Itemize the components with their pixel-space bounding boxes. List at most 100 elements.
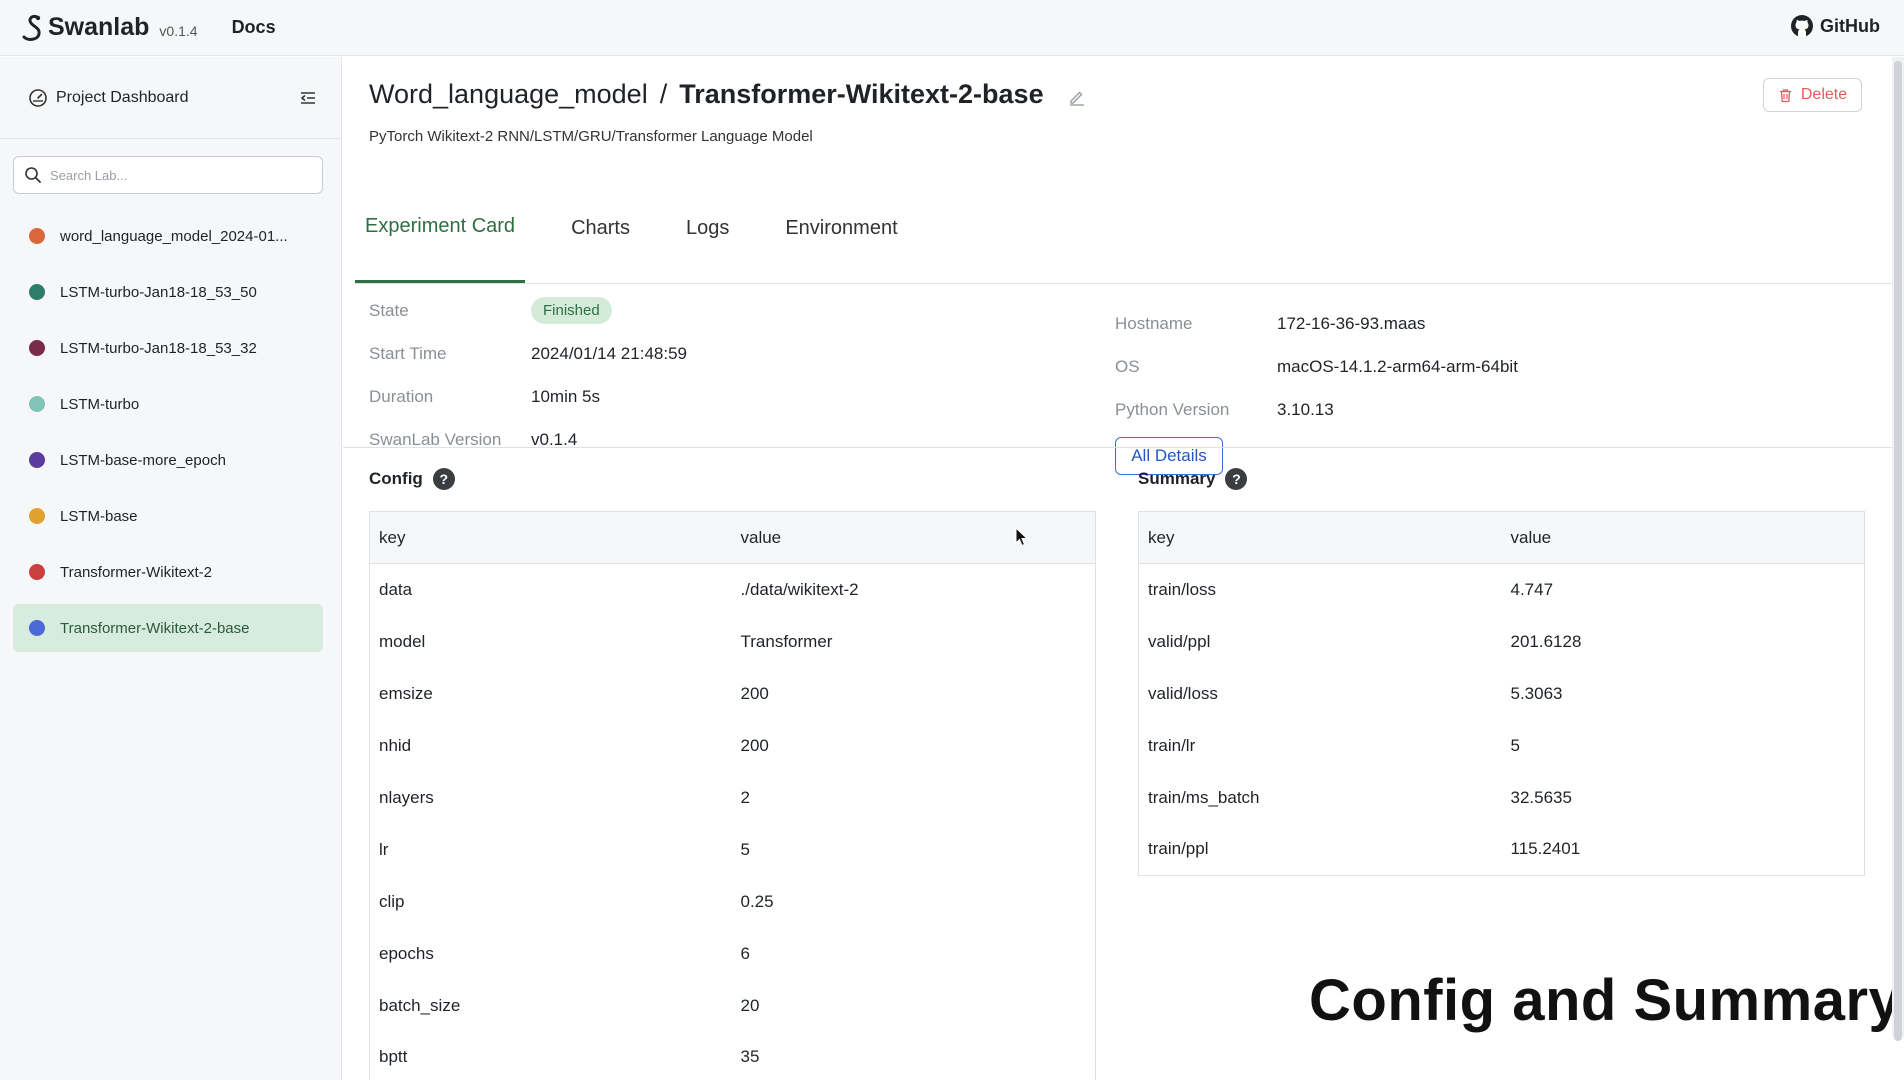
summary-heading: Summary ? [1138, 468, 1248, 490]
experiment-color-dot [29, 396, 45, 412]
experiment-color-dot [29, 452, 45, 468]
cell-value: 5.3063 [1510, 683, 1563, 703]
logo[interactable]: Swanlab v0.1.4 [20, 13, 198, 43]
cell-value: 4.747 [1510, 579, 1554, 599]
cell-value: 2 [740, 787, 750, 807]
experiment-label: LSTM-turbo [60, 395, 140, 413]
table-row: bptt 35 [370, 1032, 1096, 1080]
cell-value: 5 [1510, 735, 1520, 755]
column-header-value: value [731, 511, 1096, 564]
sidebar-item-experiment[interactable]: LSTM-base [13, 492, 323, 540]
overlay-caption: Config and Summary [1309, 968, 1902, 1033]
project-dashboard-link[interactable]: Project Dashboard [56, 89, 299, 107]
experiment-color-dot [29, 620, 45, 636]
experiment-label: word_language_model_2024-01... [60, 227, 288, 245]
github-label: GitHub [1820, 15, 1880, 36]
sidebar-item-experiment[interactable]: word_language_model_2024-01... [13, 212, 323, 260]
dashboard-icon [29, 88, 47, 107]
info-value: 3.10.13 [1277, 399, 1334, 419]
search-input[interactable] [50, 167, 310, 183]
sidebar-item-experiment[interactable]: LSTM-turbo [13, 380, 323, 428]
scrollbar-thumb[interactable] [1894, 61, 1902, 1041]
table-row: nlayers 2 [370, 772, 1096, 824]
sidebar: Project Dashboard word_language_model_20… [0, 57, 342, 1080]
experiment-label: LSTM-turbo-Jan18-18_53_50 [60, 283, 257, 301]
tab-experiment-card[interactable]: Experiment Card [355, 172, 526, 283]
section-divider [343, 447, 1904, 448]
mouse-cursor-icon [1015, 527, 1029, 547]
experiment-description: PyTorch Wikitext-2 RNN/LSTM/GRU/Transfor… [369, 128, 813, 145]
help-icon[interactable]: ? [432, 468, 455, 490]
cell-key: valid/loss [1148, 683, 1218, 703]
cell-value: 200 [740, 683, 769, 703]
experiment-color-dot [29, 284, 45, 300]
info-key: Duration [369, 386, 434, 406]
app-version: v0.1.4 [159, 22, 198, 39]
main-content: Word_language_model / Transformer-Wikite… [343, 57, 1904, 1080]
page-title: Word_language_model / Transformer-Wikite… [369, 79, 1086, 110]
column-header-key: key [369, 511, 732, 564]
cell-value: 6 [740, 943, 750, 963]
page-scrollbar[interactable] [1892, 57, 1904, 1041]
cell-key: bptt [379, 1047, 408, 1067]
edit-icon[interactable] [1068, 88, 1086, 106]
trash-icon [1779, 88, 1791, 102]
tab-logs[interactable]: Logs [676, 173, 739, 284]
info-value: macOS-14.1.2-arm64-arm-64bit [1277, 356, 1518, 376]
sidebar-item-experiment[interactable]: Transformer-Wikitext-2-base [13, 604, 323, 652]
sidebar-item-experiment[interactable]: LSTM-turbo-Jan18-18_53_32 [13, 324, 323, 372]
table-row: train/ms_batch 32.5635 [1139, 772, 1865, 824]
sidebar-item-experiment[interactable]: LSTM-turbo-Jan18-18_53_50 [13, 268, 323, 316]
tab-charts[interactable]: Charts [561, 173, 640, 284]
help-icon[interactable]: ? [1225, 468, 1248, 490]
table-row: train/loss 4.747 [1139, 564, 1865, 616]
experiment-label: Transformer-Wikitext-2 [60, 563, 212, 581]
cell-value: 115.2401 [1510, 839, 1581, 859]
table-header-row: key value [369, 511, 1096, 564]
collapse-sidebar-icon[interactable] [299, 89, 317, 107]
column-header-value: value [1501, 511, 1865, 564]
cell-key: train/loss [1148, 579, 1217, 599]
info-right: Hostname 172-16-36-93.maas OS macOS-14.1… [1115, 302, 1518, 475]
delete-button[interactable]: Delete [1763, 78, 1862, 112]
cell-value: 35 [740, 1047, 760, 1067]
cell-value: 32.5635 [1510, 787, 1572, 807]
experiment-label: LSTM-base [60, 507, 138, 525]
table-row: train/ppl 115.2401 [1139, 824, 1865, 876]
cell-key: train/lr [1148, 735, 1196, 755]
experiment-color-dot [29, 508, 45, 524]
table-row: train/lr 5 [1139, 720, 1865, 772]
info-key: Python Version [1115, 399, 1230, 419]
info-value: 10min 5s [531, 386, 600, 406]
cell-value: 20 [740, 995, 760, 1015]
project-name[interactable]: Word_language_model [369, 79, 648, 110]
info-row-hostname: Hostname 172-16-36-93.maas [1115, 302, 1518, 345]
info-row-python-version: Python Version 3.10.13 [1115, 388, 1518, 431]
cell-key: clip [379, 891, 405, 911]
cell-value: ./data/wikitext-2 [740, 579, 859, 599]
cell-value: 200 [740, 735, 769, 755]
cell-key: train/ms_batch [1148, 787, 1260, 807]
experiment-name: Transformer-Wikitext-2-base [679, 79, 1044, 109]
table-row: batch_size 20 [370, 980, 1096, 1032]
app-name: Swanlab [48, 13, 150, 41]
cell-value: 5 [740, 839, 750, 859]
table-row: data ./data/wikitext-2 [370, 564, 1096, 616]
delete-label: Delete [1800, 86, 1848, 103]
summary-title: Summary [1138, 469, 1216, 488]
table-row: emsize 200 [370, 668, 1096, 720]
info-key: Hostname [1115, 313, 1193, 333]
sidebar-item-experiment[interactable]: Transformer-Wikitext-2 [13, 548, 323, 596]
swan-logo-icon [22, 14, 41, 41]
cell-key: lr [379, 839, 389, 859]
docs-link[interactable]: Docs [232, 17, 276, 38]
table-header-row: key value [1138, 511, 1865, 564]
search-box[interactable] [13, 156, 323, 194]
github-link[interactable]: GitHub [1790, 14, 1880, 38]
info-left: State Finished Start Time 2024/01/14 21:… [369, 289, 687, 461]
info-key: OS [1115, 356, 1140, 376]
info-value: 2024/01/14 21:48:59 [531, 343, 687, 363]
github-icon [1791, 15, 1813, 37]
tab-environment[interactable]: Environment [775, 173, 907, 284]
sidebar-item-experiment[interactable]: LSTM-base-more_epoch [13, 436, 323, 484]
